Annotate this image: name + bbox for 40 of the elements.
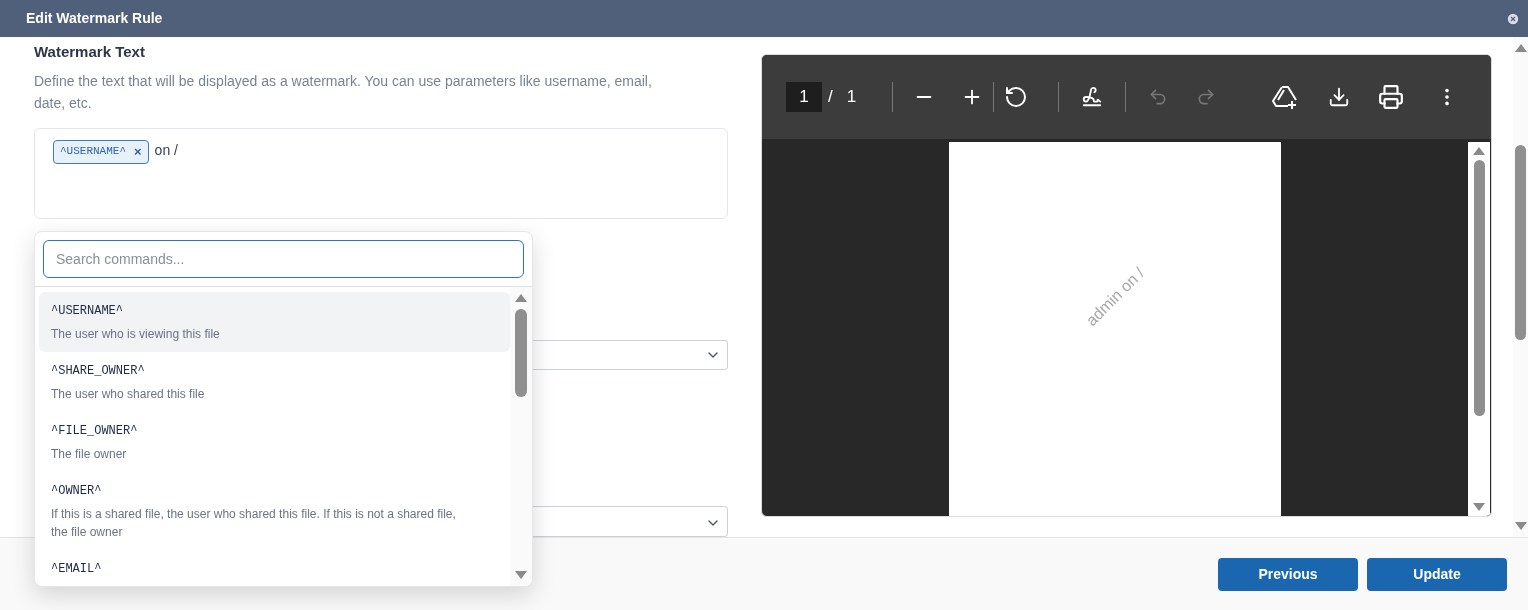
previous-button[interactable]: Previous — [1218, 557, 1358, 591]
page-count: 1 — [846, 86, 857, 109]
page-number-field[interactable]: 1 — [786, 82, 822, 112]
command-code: ^SHARE_OWNER^ — [51, 363, 146, 380]
scrollbar-thumb[interactable] — [515, 309, 527, 397]
scrollbar-thumb[interactable] — [1515, 145, 1526, 340]
rotate-icon[interactable] — [1004, 85, 1029, 109]
command-description: The user who is viewing this file — [51, 326, 221, 343]
scrollbar-thumb[interactable] — [1473, 160, 1485, 416]
command-code: ^EMAIL^ — [51, 561, 103, 578]
command-code: ^OWNER^ — [51, 483, 103, 500]
scroll-up-icon[interactable] — [1513, 43, 1528, 53]
remove-chip-button[interactable]: × — [134, 145, 142, 158]
download-icon[interactable] — [1328, 86, 1351, 108]
draw-icon[interactable] — [1081, 86, 1104, 108]
command-code: ^USERNAME^ — [51, 303, 124, 320]
scroll-up-icon[interactable] — [514, 293, 528, 303]
print-icon[interactable] — [1378, 84, 1405, 110]
scroll-down-icon[interactable] — [514, 570, 528, 580]
search-field[interactable]: Search commands... — [43, 240, 524, 278]
page-separator: / — [828, 86, 833, 109]
scroll-down-icon[interactable] — [1513, 521, 1528, 531]
command-code: ^FILE_OWNER^ — [51, 423, 139, 440]
scroll-down-icon[interactable] — [1472, 502, 1486, 512]
close-icon[interactable] — [1506, 11, 1520, 26]
menu-scrollbar[interactable] — [510, 287, 532, 586]
page-scrollbar[interactable] — [1513, 37, 1528, 537]
viewer-scrollbar[interactable] — [1468, 142, 1490, 516]
watermark-editor[interactable]: ^USERNAME^ × on / — [34, 127, 728, 220]
watermark-text: on / — [154, 140, 178, 160]
update-button[interactable]: Update — [1367, 557, 1507, 591]
command-description: The file owner — [51, 446, 128, 463]
command-description: The user who shared this file — [51, 386, 206, 403]
scroll-up-icon[interactable] — [1472, 146, 1486, 156]
command-description: If this is a shared file, the user who shared this file. If this is not a shared file, the file owner — [51, 506, 457, 541]
command-item[interactable]: ^USERNAME^ The user who is viewing this file — [39, 292, 510, 352]
section-title: Watermark Text — [34, 42, 146, 62]
section-description: Define the text that will be displayed as a watermark. You can use parameters like username, email, date, etc. — [34, 71, 653, 113]
parameter-chip: ^USERNAME^ × — [53, 139, 149, 164]
window-title: Edit Watermark Rule — [26, 9, 163, 28]
